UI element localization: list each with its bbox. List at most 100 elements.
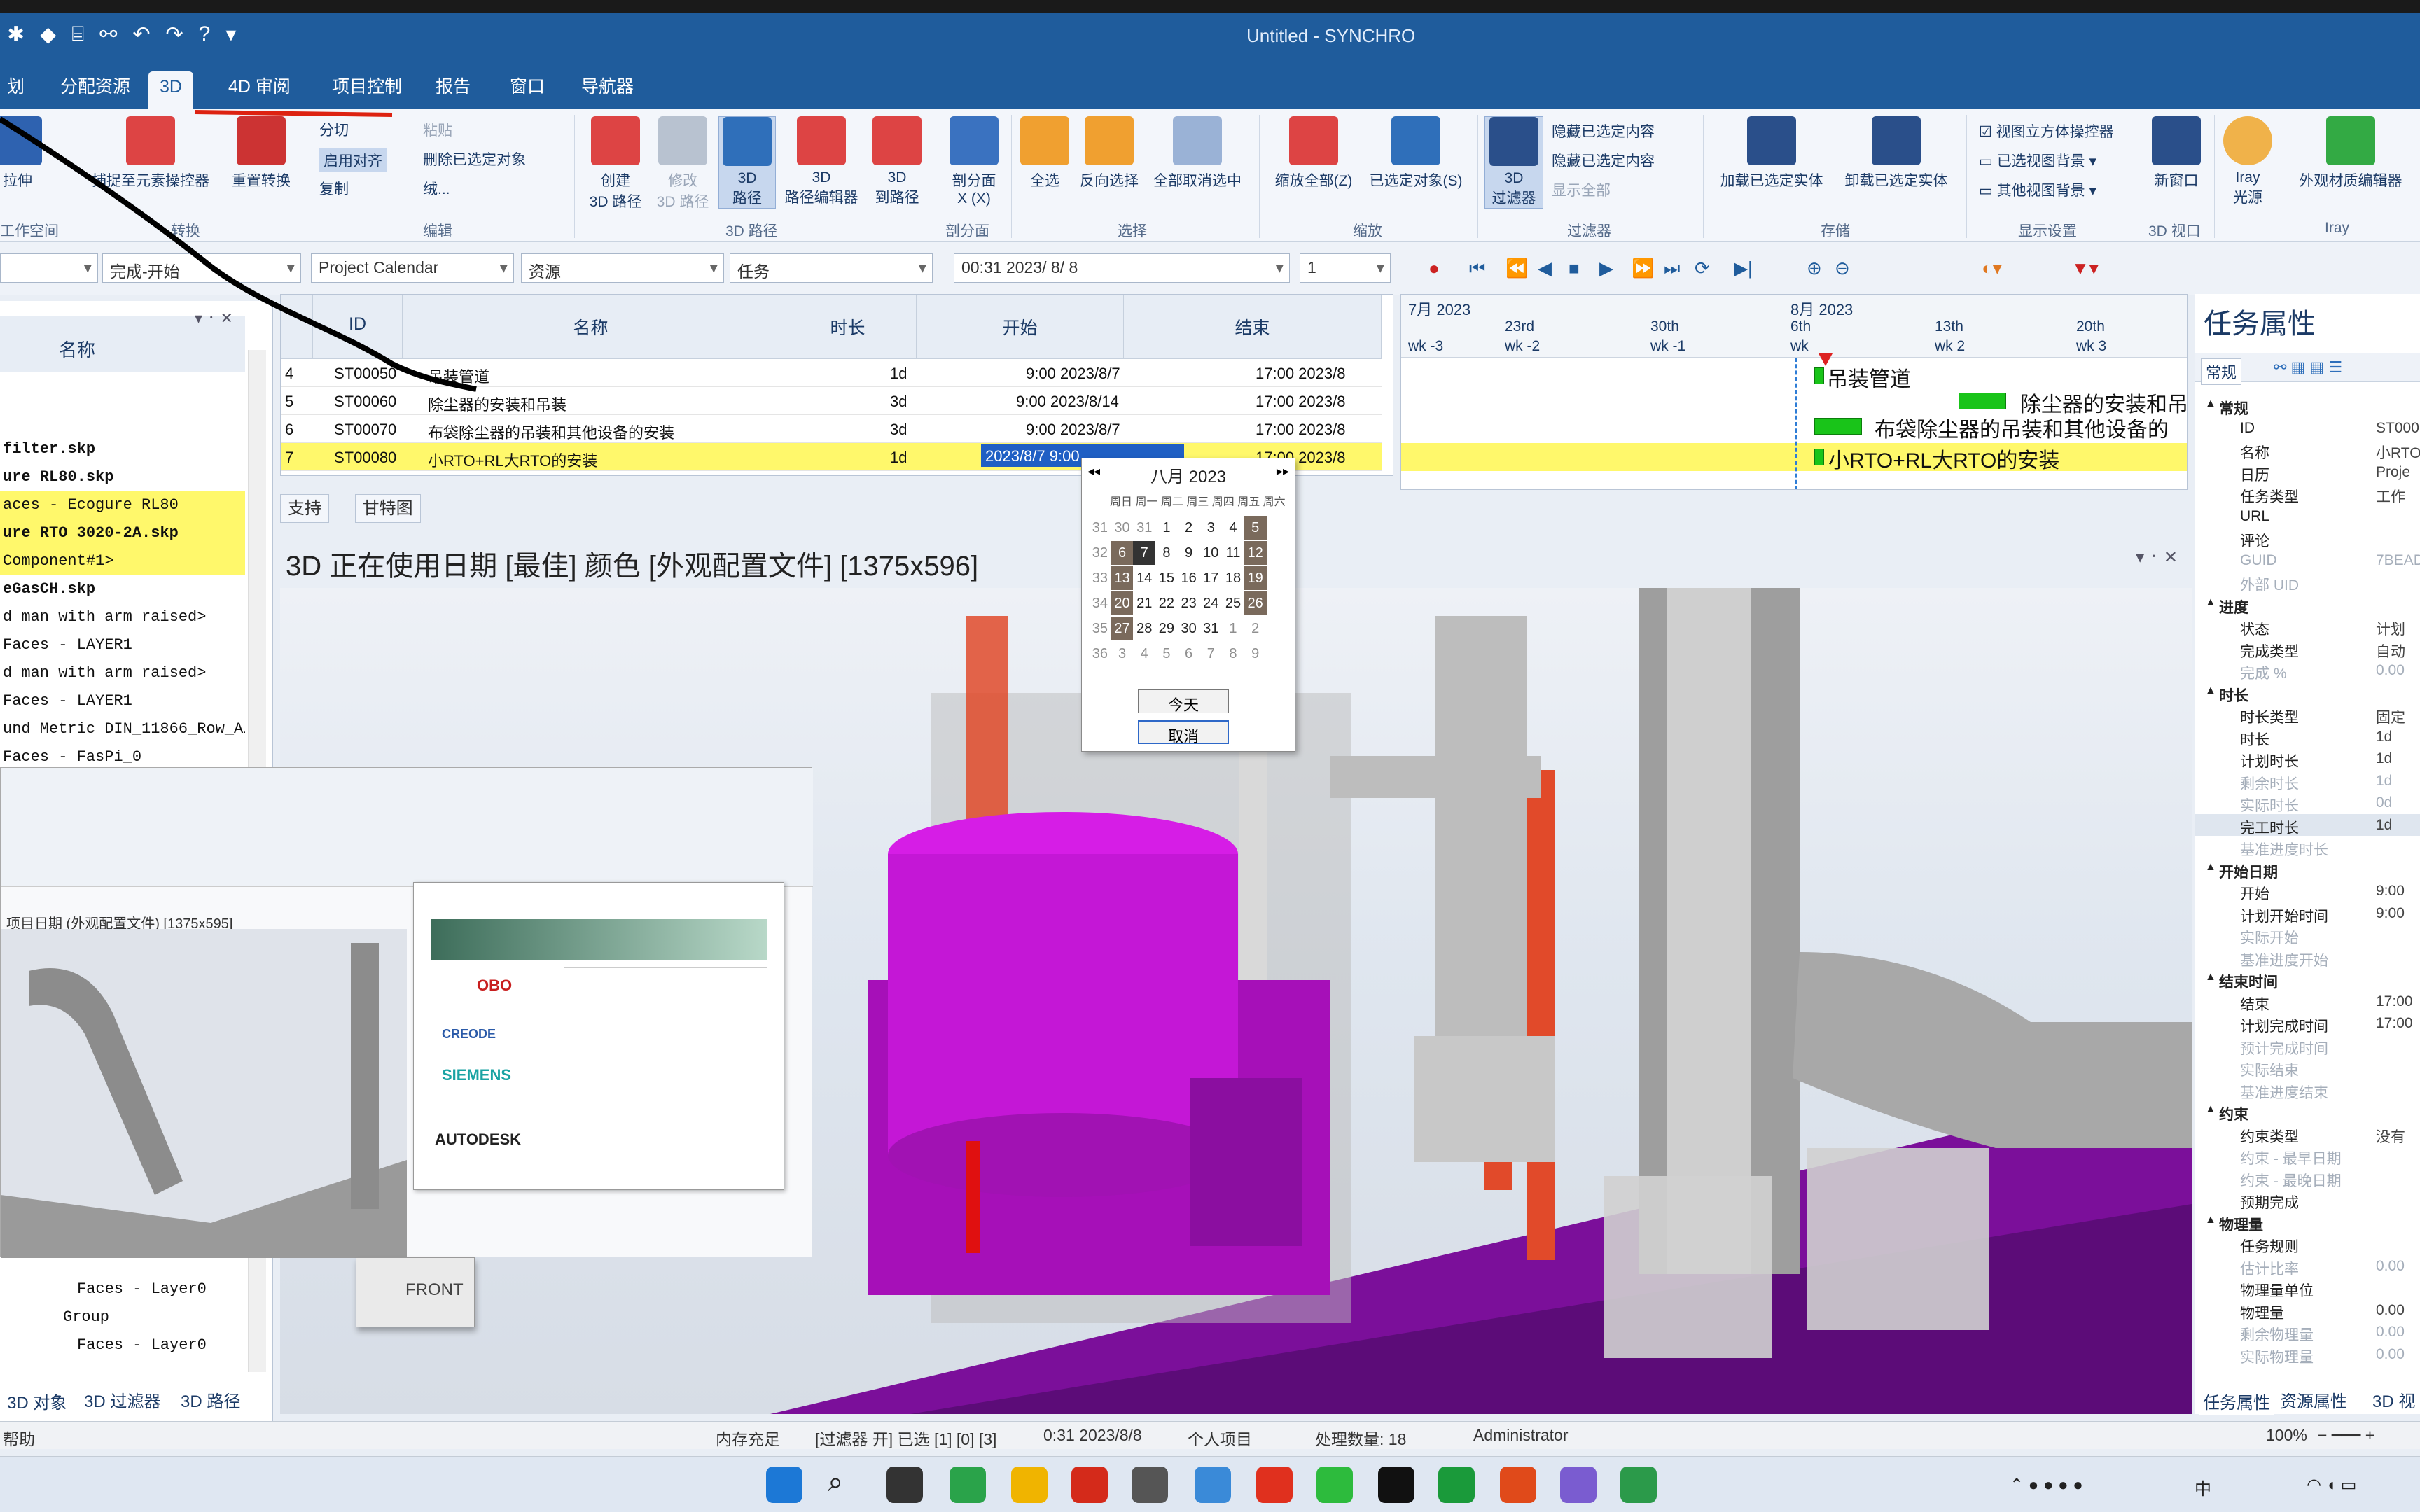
tab-4d-review[interactable]: 4D 审阅 (217, 71, 302, 109)
zoom-all-button[interactable]: 缩放全部(Z) (1267, 116, 1360, 190)
app-icon-photos[interactable] (1195, 1466, 1231, 1503)
property-row[interactable]: 时长类型 固定 (2195, 704, 2420, 726)
customize-icon[interactable]: ▾ (225, 22, 236, 47)
property-row[interactable]: 约束 - 最晚日期 (2195, 1167, 2420, 1189)
date-picker-popup[interactable]: ◂◂ 八月 2023 ▸▸ 周日 周一 周二 周三 周四 周五 周六 31 30… (1081, 458, 1295, 752)
load-selected-button[interactable]: 加载已选定实体 (1711, 116, 1832, 190)
tray-icons[interactable]: ⌃ ● ● ● ● (2010, 1475, 2083, 1495)
tab-resources[interactable]: 分配资源 (49, 71, 141, 109)
create-path-button[interactable]: 创建 3D 路径 (584, 116, 647, 211)
play-icon[interactable]: ▶ (1599, 258, 1613, 279)
tab-resource-properties[interactable]: 资源属性 (2280, 1387, 2347, 1412)
property-row[interactable]: 实际结束 (2195, 1056, 2420, 1079)
property-row[interactable]: 计划时长 1d (2195, 748, 2420, 770)
table-row[interactable]: 4 ST00050 吊装管道 1d 9:00 2023/8/7 17:00 20… (281, 359, 1382, 387)
collapse-icon[interactable]: ▲ (2205, 398, 2216, 410)
property-category[interactable]: 结束时间 ▲ (2195, 968, 2420, 990)
path-to-button[interactable]: 3D 到路径 (868, 116, 926, 207)
property-row[interactable]: 评论 (2195, 527, 2420, 550)
ime-indicator[interactable]: 中 (2195, 1475, 2211, 1499)
cancel-button[interactable]: 取消 (1138, 720, 1229, 746)
tab-project-control[interactable]: 项目控制 (321, 71, 413, 109)
tab-3d-filters[interactable]: 3D 过滤器 (84, 1387, 160, 1412)
property-row[interactable]: 基准进度结束 (2195, 1079, 2420, 1101)
hide-unselected-button[interactable]: 隐藏已选定内容 (1552, 150, 1655, 171)
reset-transform-button[interactable]: 重置转换 (223, 116, 300, 190)
tab-window[interactable]: 窗口 (499, 71, 556, 109)
select-all-button[interactable]: 全选 (1018, 116, 1071, 190)
column-name[interactable]: 名称 (403, 295, 779, 359)
view-cube[interactable]: FRONT (356, 1257, 475, 1327)
new-window-button[interactable]: 新窗口 (2146, 116, 2207, 190)
collapse-icon[interactable]: ▲ (2205, 1214, 2216, 1226)
property-row[interactable]: 约束 - 最早日期 (2195, 1144, 2420, 1167)
property-row[interactable]: URL (2195, 505, 2420, 527)
view-cube-checkbox[interactable]: ☑ 视图立方体操控器 (1979, 120, 2114, 141)
property-row[interactable]: 完工时长 1d (2195, 813, 2420, 836)
property-row[interactable]: ID ST000 (2195, 417, 2420, 439)
acrobat-icon[interactable] (1071, 1466, 1108, 1503)
filter-3d-button[interactable]: 3D 过滤器 (1484, 116, 1543, 209)
tab-3d-paths[interactable]: 3D 路径 (181, 1387, 240, 1412)
property-category[interactable]: 开始日期 ▲ (2195, 858, 2420, 881)
appearance-toggle-icon[interactable]: ◐▾ (1982, 258, 2002, 279)
list-item[interactable]: ure RL80.skp (0, 463, 245, 491)
section-plane-button[interactable]: 剖分面 X (X) (943, 116, 1006, 207)
list-item[interactable]: aces - Ecogure RL80 (0, 491, 245, 519)
property-row[interactable]: 基准进度时长 (2195, 836, 2420, 858)
search-icon[interactable]: ⌕ (828, 1466, 864, 1503)
capture-element-button[interactable]: 捕捉至元素操控器 (84, 116, 217, 190)
property-row[interactable]: 物理量 0.00 (2195, 1299, 2420, 1322)
property-row[interactable]: 基准进度开始 (2195, 946, 2420, 969)
play-back-icon[interactable]: ◀ (1538, 258, 1552, 279)
step-back-icon[interactable]: ⏪ (1505, 258, 1528, 279)
tab-3d[interactable]: 3D (148, 71, 193, 109)
last-frame-icon[interactable]: ⏭ (1664, 258, 1680, 280)
appearance-editor-button[interactable]: 外观材质编辑器 (2284, 116, 2417, 190)
tab-reports[interactable]: 报告 (424, 71, 482, 109)
property-row[interactable]: 状态 计划 (2195, 615, 2420, 638)
redo-icon[interactable]: ↷ (166, 22, 183, 47)
step-forward-icon[interactable]: ⏩ (1632, 258, 1654, 279)
property-row[interactable]: 剩余时长 1d (2195, 770, 2420, 792)
property-row[interactable]: 计划完成时间 17:00 (2195, 1012, 2420, 1035)
property-row[interactable]: 任务规则 (2195, 1233, 2420, 1255)
column-finish[interactable]: 结束 (1124, 295, 1382, 359)
list-item[interactable]: ure RTO 3020-2A.skp (0, 519, 245, 547)
tree-item[interactable]: Group (0, 1303, 245, 1331)
tab-navigator[interactable]: 导航器 (570, 71, 645, 109)
tab-task-properties[interactable]: 任务属性 (2199, 1387, 2274, 1415)
more-button[interactable]: 绒... (423, 178, 450, 199)
enable-align-button[interactable]: 启用对齐 (319, 148, 387, 172)
iray-light-button[interactable]: Iray 光源 (2221, 116, 2274, 207)
panel-controls[interactable]: ▾ ᛫ ✕ (195, 309, 233, 328)
gantt-bar[interactable] (1814, 449, 1824, 465)
property-row[interactable]: 实际时长 0d (2195, 792, 2420, 814)
list-item[interactable]: Component#1> (0, 547, 245, 575)
tab-3d-objects[interactable]: 3D 对象 (3, 1387, 71, 1415)
property-row[interactable]: 剩余物理量 0.00 (2195, 1321, 2420, 1343)
property-row[interactable]: 物理量单位 (2195, 1277, 2420, 1299)
invert-select-button[interactable]: 反向选择 (1076, 116, 1143, 190)
tab-gantt[interactable]: 甘特图 (354, 494, 421, 523)
file-explorer-icon[interactable] (1011, 1466, 1048, 1503)
app-icon-green[interactable] (1438, 1466, 1475, 1503)
zoom-in-icon[interactable]: ⊕ (1807, 258, 1822, 279)
zoom-slider[interactable]: − ━━━ + (2318, 1426, 2374, 1445)
list-item[interactable]: Faces - LAYER1 (0, 631, 245, 659)
copy-button[interactable]: 复制 (319, 178, 349, 199)
property-row[interactable]: 预计完成时间 (2195, 1035, 2420, 1057)
property-row[interactable]: 时长 1d (2195, 726, 2420, 748)
step-spinner[interactable]: 1 (1300, 253, 1391, 283)
tab-support[interactable]: 支持 (280, 494, 329, 523)
app-icon-purple[interactable] (1560, 1466, 1597, 1503)
gantt-bar[interactable] (1814, 418, 1862, 435)
task-combo[interactable]: 任务 (730, 253, 933, 283)
tab-general[interactable]: 常规 (2201, 358, 2242, 385)
view-controls[interactable]: ▾ ᛫ ✕ (2136, 547, 2178, 568)
link-icon[interactable]: ⚯ (99, 22, 117, 47)
list-item[interactable]: filter.skp (0, 435, 245, 463)
loop-icon[interactable]: ⟳ (1695, 258, 1710, 279)
show-all-button[interactable]: 显示全部 (1552, 179, 1611, 200)
playback-mode-icon[interactable]: ▶| (1734, 258, 1753, 279)
